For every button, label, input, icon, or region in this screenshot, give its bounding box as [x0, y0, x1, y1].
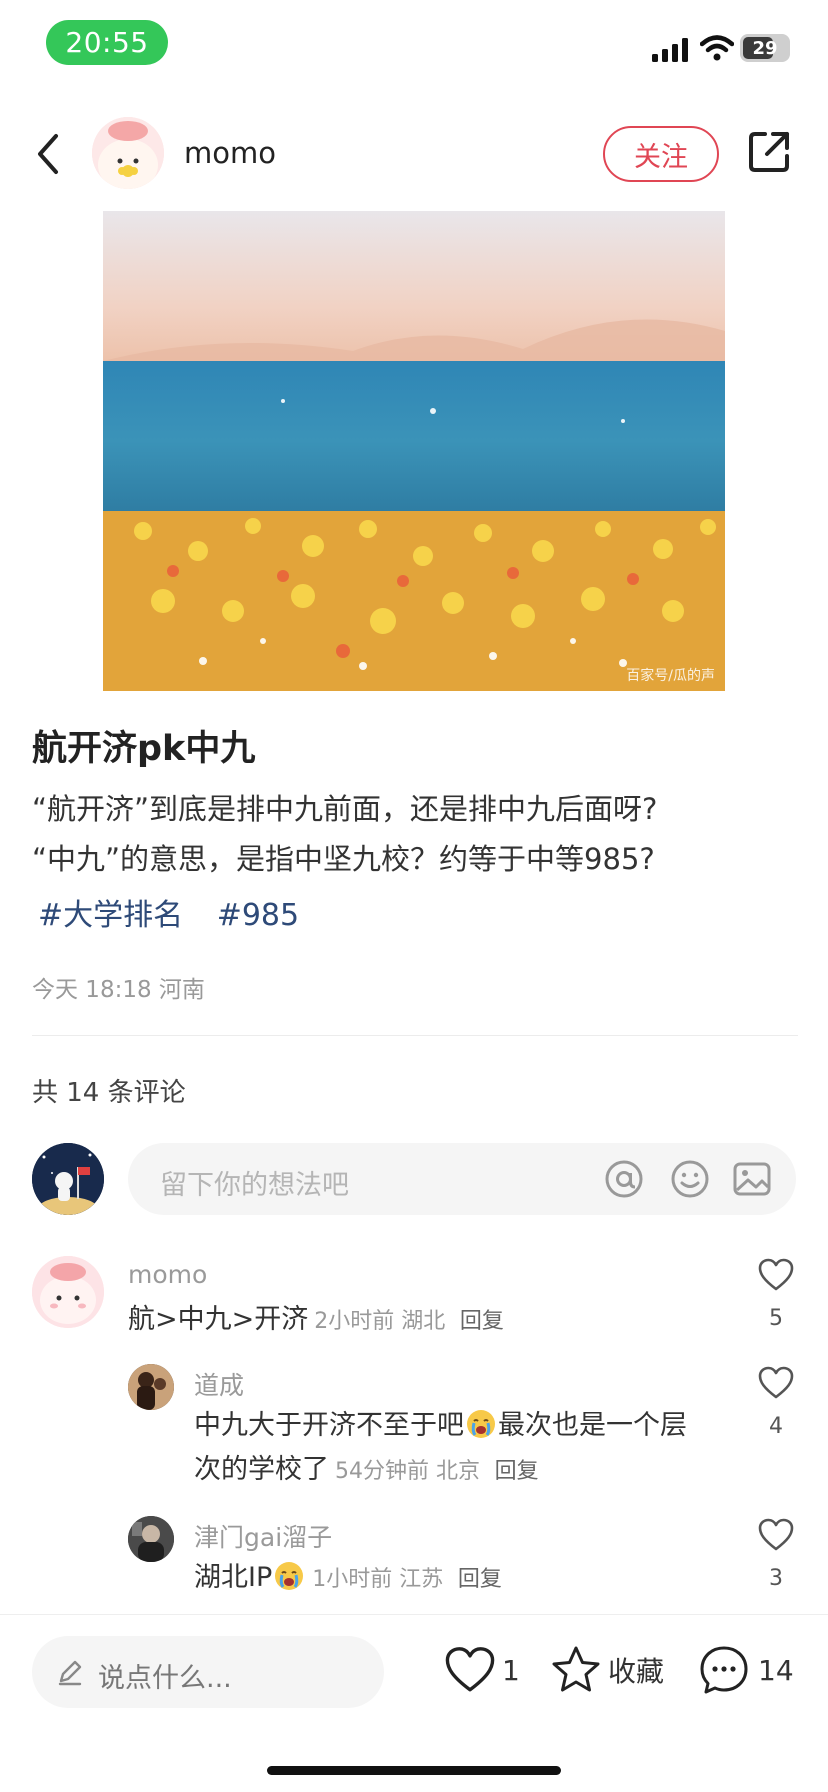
- tag-link[interactable]: #985: [217, 898, 299, 933]
- comment-content: 湖北IP: [194, 1562, 273, 1593]
- post-body-line: “航开济”到底是排中九前面，还是排中九后面呀?: [32, 792, 658, 826]
- commenter-avatar[interactable]: [32, 1256, 104, 1328]
- comment-meta: 2小时前 湖北: [314, 1309, 446, 1334]
- my-avatar[interactable]: [32, 1143, 104, 1215]
- tag-link[interactable]: #大学排名: [38, 898, 183, 933]
- say-something-placeholder: 说点什么...: [98, 1663, 232, 1694]
- pencil-icon: [58, 1660, 82, 1686]
- comment-content: 最次也是一个层: [498, 1410, 687, 1441]
- crying-emoji-icon: [274, 1561, 304, 1591]
- post-body: “航开济”到底是排中九前面，还是排中九后面呀? “中九”的意思，是指中坚九校？约…: [32, 784, 802, 884]
- reply-button[interactable]: 回复: [460, 1309, 504, 1334]
- battery-icon: 29: [740, 34, 790, 62]
- author-avatar[interactable]: [92, 117, 164, 189]
- comment-icon: [700, 1646, 748, 1694]
- collect-label: 收藏: [608, 1655, 665, 1688]
- comment-text: 中九大于开济不至于吧 最次也是一个层 次的学校了 54分钟前 北京 回复: [194, 1404, 754, 1494]
- commenter-avatar-art: [128, 1364, 174, 1410]
- post-image-art: [103, 211, 725, 691]
- commenter-avatar-art: [128, 1516, 174, 1562]
- like-count: 3: [769, 1566, 783, 1591]
- comment-input-placeholder: 留下你的想法吧: [160, 1170, 349, 1201]
- crying-emoji-icon: [466, 1409, 496, 1439]
- comment-text: 航>中九>开济 2小时前 湖北 回复: [128, 1298, 504, 1344]
- follow-button[interactable]: 关注: [603, 126, 719, 182]
- image-watermark: 百家号/瓜的声: [626, 668, 715, 684]
- comment-input[interactable]: 留下你的想法吧: [128, 1143, 796, 1215]
- star-icon: [552, 1646, 600, 1692]
- heart-icon[interactable]: [758, 1518, 794, 1552]
- comment-content: 航>中九>开济: [128, 1304, 309, 1335]
- image-icon[interactable]: [732, 1159, 772, 1199]
- comment-meta: 1小时前 江苏: [312, 1567, 444, 1592]
- emoji-icon[interactable]: [670, 1159, 710, 1199]
- commenter-avatar-art: [32, 1256, 104, 1328]
- post-body-line: “中九”的意思，是指中坚九校？约等于中等985?: [32, 842, 655, 876]
- signal-icon: [652, 38, 688, 62]
- at-icon[interactable]: [604, 1159, 644, 1199]
- heart-icon: [445, 1647, 495, 1692]
- comment-button[interactable]: 14: [698, 1644, 794, 1696]
- author-name[interactable]: momo: [184, 136, 276, 170]
- comment-content: 次的学校了: [194, 1454, 329, 1485]
- post-meta: 今天 18:18 河南: [32, 977, 205, 1003]
- comment-line: 次的学校了 54分钟前 北京 回复: [194, 1448, 754, 1494]
- commenter-avatar[interactable]: [128, 1364, 174, 1410]
- say-something-input[interactable]: 说点什么...: [32, 1636, 384, 1708]
- comment-count: 14: [758, 1653, 794, 1687]
- like-count: 5: [769, 1306, 783, 1331]
- divider: [32, 1035, 798, 1036]
- status-time: 20:55: [46, 20, 168, 65]
- home-indicator[interactable]: [267, 1766, 561, 1775]
- like-count: 1: [502, 1653, 520, 1687]
- commenter-name[interactable]: 道成: [194, 1366, 244, 1402]
- battery-level: 29: [752, 37, 778, 59]
- collect-button[interactable]: 收藏: [550, 1644, 664, 1696]
- comment-content: 中九大于开济不至于吧: [194, 1410, 464, 1441]
- reply-button[interactable]: 回复: [495, 1459, 539, 1484]
- post-title: 航开济pk中九: [32, 729, 256, 769]
- comment-line: 中九大于开济不至于吧 最次也是一个层: [194, 1404, 754, 1448]
- comment-text: 湖北IP 1小时前 江苏 回复: [194, 1556, 502, 1602]
- share-icon[interactable]: [745, 128, 793, 176]
- post-tags: #大学排名 #985: [38, 890, 323, 934]
- like-button[interactable]: 1: [444, 1646, 520, 1694]
- commenter-avatar[interactable]: [128, 1516, 174, 1562]
- heart-icon[interactable]: [758, 1258, 794, 1292]
- bottom-divider: [0, 1614, 828, 1615]
- post-image[interactable]: 百家号/瓜的声: [103, 211, 725, 691]
- comment-meta: 54分钟前 北京: [335, 1459, 480, 1484]
- comment-count: 共 14 条评论: [32, 1078, 186, 1108]
- reply-button[interactable]: 回复: [458, 1567, 502, 1592]
- heart-icon[interactable]: [758, 1366, 794, 1400]
- commenter-name[interactable]: 津门gai溜子: [194, 1518, 332, 1554]
- back-icon[interactable]: [34, 130, 62, 178]
- wifi-icon: [700, 35, 734, 61]
- author-avatar-art: [92, 117, 164, 189]
- my-avatar-art: [32, 1143, 104, 1215]
- like-count: 4: [769, 1414, 783, 1439]
- commenter-name[interactable]: momo: [128, 1260, 207, 1289]
